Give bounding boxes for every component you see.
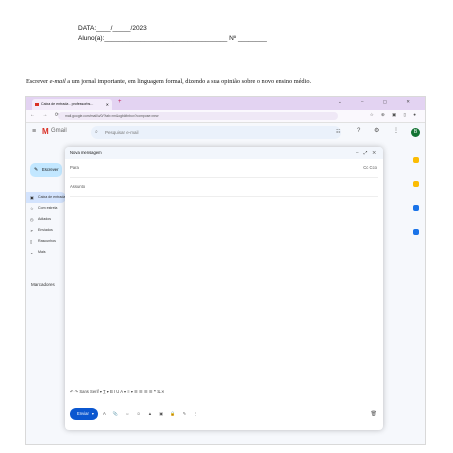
search-placeholder: Pesquisar e-mail: [105, 130, 139, 135]
side-panel-icons: [413, 157, 421, 253]
tasks-icon[interactable]: [413, 205, 419, 211]
compose-bottom-icons[interactable]: A 📎 ⇔ ☺ ▲ ▣ 🔒 ✎ ⋮: [103, 411, 201, 417]
close-tab-icon[interactable]: ✕: [106, 99, 109, 110]
gmail-header: ≡ M Gmail ⌕ Pesquisar e-mail ☷ ? ⚙ ⋮ B: [26, 123, 425, 143]
chevron-down-icon: ⌄: [30, 250, 34, 255]
sidebar-item-label: Enviados: [38, 228, 53, 232]
calendar-icon[interactable]: [413, 157, 419, 163]
sidebar-item-label: Caixa de entrada: [38, 195, 66, 199]
sidebar-item-label: Adiados: [38, 217, 51, 221]
compose-button[interactable]: ✎ Escrever: [30, 163, 62, 177]
search-icon: ⌕: [95, 129, 98, 135]
date-line: DATA:____/_____/2023: [78, 25, 147, 32]
keep-icon[interactable]: [413, 181, 419, 187]
browser-tab[interactable]: Caixa de entrada - professorbs... ✕: [32, 99, 112, 110]
assignment-prompt: Escrever e-mail a um jornal importante, …: [26, 78, 312, 85]
send-icon: ➢: [30, 228, 34, 233]
compose-label: Escrever: [42, 167, 59, 172]
compose-title: Nova mensagem: [70, 150, 102, 155]
sidebar-item-sent[interactable]: ➢ Enviados: [26, 225, 66, 236]
browser-screenshot: Caixa de entrada - professorbs... ✕ + ⌄ …: [25, 96, 426, 445]
student-line: Aluno(a):_______________________________…: [78, 35, 267, 42]
formatting-toolbar[interactable]: ↶ ↷ Sans Serif ▾ T̲ ▾ B I U A ▾ ≡ ▾ ☰ ☰ …: [70, 389, 165, 394]
hamburger-menu-icon[interactable]: ≡: [32, 128, 36, 135]
address-bar: ← → ⟳ mail.google.com/mail/u/0/?tab=rm&o…: [26, 110, 425, 123]
search-input[interactable]: ⌕ Pesquisar e-mail ☷: [91, 126, 341, 139]
sidebar-item-inbox[interactable]: ▣ Caixa de entrada: [26, 192, 66, 203]
search-options-icon[interactable]: ☷: [336, 126, 340, 139]
sidebar-item-label: Com estrela: [38, 206, 58, 210]
browser-toolbar-icons[interactable]: ☆ ⊕ ▣ ▯ ●: [370, 112, 419, 118]
send-options-icon[interactable]: ▾: [92, 408, 94, 420]
sidebar-nav: ▣ Caixa de entrada ☆ Com estrela ◷ Adiados …: [26, 192, 66, 258]
new-tab-icon[interactable]: +: [118, 99, 122, 105]
to-field[interactable]: Para Cc Cco: [70, 159, 378, 178]
sidebar-item-starred[interactable]: ☆ Com estrela: [26, 203, 66, 214]
sidebar-item-label: Mais: [38, 250, 46, 254]
star-icon: ☆: [30, 206, 34, 211]
inbox-icon: ▣: [30, 195, 34, 200]
avatar[interactable]: B: [411, 128, 420, 137]
send-button[interactable]: Enviar ▾: [70, 408, 98, 420]
compose-header: Nova mensagem – ⤢ ✕: [65, 147, 383, 159]
draft-icon: ▯: [30, 239, 33, 244]
tab-bar: Caixa de entrada - professorbs... ✕ + ⌄ …: [26, 97, 425, 110]
header-icons[interactable]: ? ⚙ ⋮: [357, 127, 405, 134]
sidebar-item-label: Rascunhos: [38, 239, 56, 243]
tab-title: Caixa de entrada - professorbs...: [41, 102, 94, 106]
trash-icon[interactable]: 🗑: [371, 411, 377, 417]
gmail-wordmark: Gmail: [51, 128, 67, 134]
sidebar-item-more[interactable]: ⌄ Mais: [26, 247, 66, 258]
pencil-icon: ✎: [34, 167, 39, 173]
sidebar-item-snoozed[interactable]: ◷ Adiados: [26, 214, 66, 225]
gmail-favicon-icon: [35, 103, 39, 106]
subject-placeholder: Assunto: [70, 184, 86, 189]
to-placeholder: Para: [70, 165, 79, 170]
contacts-icon[interactable]: [413, 229, 419, 235]
send-label: Enviar: [77, 411, 89, 416]
gmail-logo-icon: M: [42, 127, 49, 136]
compose-window-controls[interactable]: – ⤢ ✕: [356, 147, 378, 159]
window-controls[interactable]: ⌄ – ▢ ✕: [338, 99, 419, 105]
clock-icon: ◷: [30, 217, 34, 222]
sidebar-item-drafts[interactable]: ▯ Rascunhos: [26, 236, 66, 247]
subject-field[interactable]: Assunto: [70, 178, 378, 197]
cc-bcc-link[interactable]: Cc Cco: [363, 159, 377, 177]
labels-heading: Marcadores: [31, 282, 55, 287]
compose-window: Nova mensagem – ⤢ ✕ Para Cc Cco Assunto …: [65, 147, 383, 430]
url-field[interactable]: mail.google.com/mail/u/0/?tab=rm&ogbl#in…: [58, 112, 338, 120]
